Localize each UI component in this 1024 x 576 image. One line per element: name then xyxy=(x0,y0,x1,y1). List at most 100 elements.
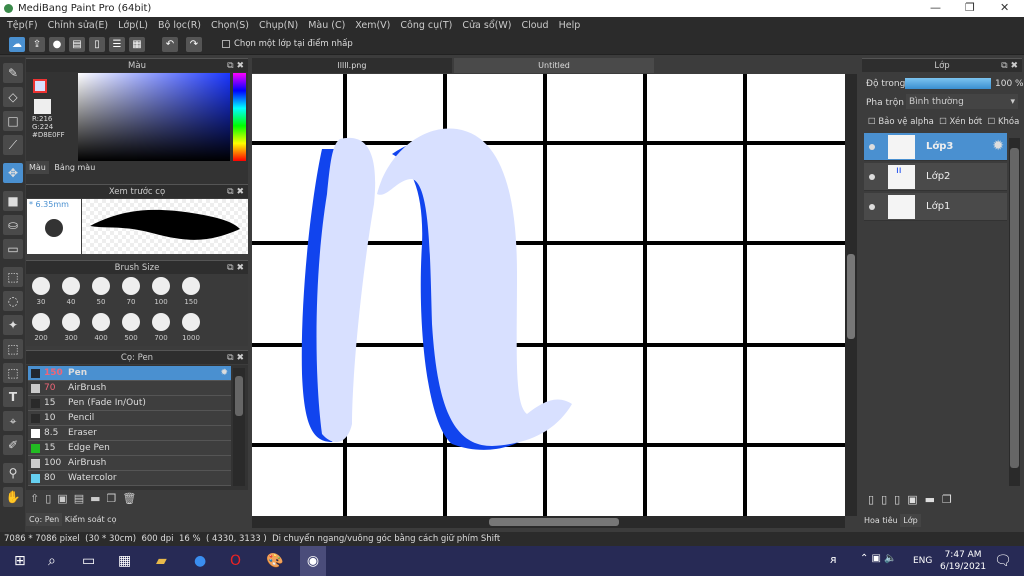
tab-color[interactable]: Màu xyxy=(26,161,49,174)
text-tool-icon[interactable]: T xyxy=(3,387,23,407)
eyedropper-tool-icon[interactable]: ⚲ xyxy=(3,463,23,483)
foreground-color-swatch[interactable] xyxy=(33,79,47,93)
menu-layer[interactable]: Lớp(L) xyxy=(115,17,155,34)
panel-close-icon[interactable]: ⧉ ✖ xyxy=(1001,59,1018,73)
operation-tool-icon[interactable]: ⌖ xyxy=(3,411,23,431)
brush-item[interactable]: 150 Pen ✹ xyxy=(28,366,231,381)
list-icon[interactable]: ☰ xyxy=(109,37,125,52)
tab-layer[interactable]: Lớp xyxy=(900,514,921,527)
menu-tools[interactable]: Công cụ(T) xyxy=(397,17,459,34)
background-color-swatch[interactable] xyxy=(34,99,51,114)
message-icon[interactable]: ▤ xyxy=(69,37,85,52)
brush-item[interactable]: 80 Watercolor xyxy=(28,471,231,486)
divide-tool-icon[interactable]: ✐ xyxy=(3,435,23,455)
brush-list-scrollbar[interactable] xyxy=(233,368,245,486)
brush-size-option[interactable] xyxy=(32,313,50,331)
brush-item[interactable]: 10 Pencil xyxy=(28,411,231,426)
brush-item[interactable]: 70 AirBrush xyxy=(28,381,231,396)
language-indicator[interactable]: ENG xyxy=(913,556,932,566)
doc-tab-2[interactable]: Untitled xyxy=(454,58,654,73)
tab-brush[interactable]: Cọ: Pen xyxy=(26,513,63,526)
lock-checkbox[interactable]: ☐ Khóa xyxy=(988,117,1020,127)
new-layer-icon[interactable]: ▯ xyxy=(868,493,881,506)
brush-size-option[interactable] xyxy=(62,313,80,331)
search-icon[interactable]: ⌕ xyxy=(48,553,56,569)
menu-color[interactable]: Màu (C) xyxy=(305,17,352,34)
windows-start-icon[interactable]: ⊞ xyxy=(14,553,26,569)
medibang-taskbar-icon[interactable]: ◉ xyxy=(300,546,326,576)
brush-size-option[interactable] xyxy=(92,277,110,295)
zalo-icon[interactable]: ● xyxy=(194,553,206,569)
delete-icon[interactable]: 🗑 xyxy=(122,492,142,505)
rect-select-tool-icon[interactable]: ⬚ xyxy=(3,267,23,287)
brush-size-option[interactable] xyxy=(92,313,110,331)
share-icon[interactable]: ⇪ xyxy=(29,37,45,52)
line-tool-icon[interactable]: ⟋ xyxy=(3,135,23,155)
folder-icon[interactable]: ▬ xyxy=(90,492,106,505)
people-icon[interactable]: ᴙ xyxy=(830,553,837,566)
brush-item[interactable]: 15 Pen (Fade In/Out) xyxy=(28,396,231,411)
brush-size-option[interactable] xyxy=(182,313,200,331)
select-layer-checkbox[interactable] xyxy=(222,40,230,48)
add-layer-menu-icon[interactable]: ▣ xyxy=(907,493,924,506)
brush-size-option[interactable] xyxy=(122,277,140,295)
menu-view[interactable]: Xem(V) xyxy=(352,17,397,34)
menu-select[interactable]: Chọn(S) xyxy=(208,17,256,34)
canvas-vertical-scrollbar[interactable] xyxy=(845,74,857,516)
cloud-icon[interactable]: ☁ xyxy=(9,37,25,52)
file-explorer-icon[interactable]: ▰ xyxy=(156,553,167,569)
brush-item[interactable]: 8.5 Eraser xyxy=(28,426,231,441)
select-eraser-tool-icon[interactable]: ⬚ xyxy=(3,363,23,383)
comment-icon[interactable]: ● xyxy=(49,37,65,52)
gradient-tool-icon[interactable]: ▭ xyxy=(3,239,23,259)
lasso-tool-icon[interactable]: ◌ xyxy=(3,291,23,311)
menu-file[interactable]: Tệp(F) xyxy=(4,17,45,34)
document-icon[interactable]: ▯ xyxy=(89,37,105,52)
app-icon[interactable]: ▦ xyxy=(118,553,131,569)
canvas-horizontal-scrollbar[interactable] xyxy=(252,516,845,528)
duplicate-icon[interactable]: ❐ xyxy=(107,492,123,505)
fill-rect-tool-icon[interactable]: ■ xyxy=(3,191,23,211)
duplicate-icon[interactable]: ❐ xyxy=(942,493,959,506)
panel-close-icon[interactable]: ⧉ ✖ xyxy=(227,351,244,365)
add-brush-icon[interactable]: ▣ xyxy=(57,492,73,505)
menu-help[interactable]: Help xyxy=(556,17,588,34)
gear-icon[interactable]: ✹ xyxy=(992,138,1004,154)
brush-size-option[interactable] xyxy=(32,277,50,295)
layer-row-2[interactable]: ıı Lớp2 xyxy=(864,163,1007,191)
minimize-button[interactable]: — xyxy=(930,1,941,14)
panel-close-icon[interactable]: ⧉ ✖ xyxy=(227,261,244,275)
brush-item[interactable]: 15 Edge Pen xyxy=(28,441,231,456)
menu-filter[interactable]: Bộ lọc(R) xyxy=(155,17,208,34)
panel-close-icon[interactable]: ⧉ ✖ xyxy=(227,59,244,73)
visibility-icon[interactable] xyxy=(869,204,875,210)
move-tool-icon[interactable]: ✥ xyxy=(3,163,23,183)
script-brush-icon[interactable]: ▤ xyxy=(74,492,90,505)
menu-cloud[interactable]: Cloud xyxy=(518,17,555,34)
brush-item[interactable]: 100 AirBrush xyxy=(28,456,231,471)
clipping-checkbox[interactable]: ☐ Xén bớt xyxy=(939,117,982,127)
cloud-brush-icon[interactable]: ⇧ xyxy=(30,492,45,505)
layer-row-3[interactable]: Lớp3 ✹ xyxy=(864,133,1007,161)
opera-icon[interactable]: O xyxy=(230,553,241,569)
brush-size-option[interactable] xyxy=(62,277,80,295)
rectangle-tool-icon[interactable]: □ xyxy=(3,111,23,131)
doc-tab-1[interactable]: lllll.png xyxy=(252,58,452,73)
menu-edit[interactable]: Chỉnh sửa(E) xyxy=(45,17,116,34)
task-view-icon[interactable]: ▭ xyxy=(82,553,95,569)
menu-capture[interactable]: Chụp(N) xyxy=(256,17,305,34)
hue-slider[interactable] xyxy=(233,73,246,161)
grid-icon[interactable]: ▦ xyxy=(129,37,145,52)
new-1bit-layer-icon[interactable]: ▯ xyxy=(894,493,907,506)
folder-icon[interactable]: ▬ xyxy=(925,493,942,506)
close-button[interactable]: ✕ xyxy=(1000,1,1009,14)
clock[interactable]: 7:47 AM 6/19/2021 xyxy=(940,549,986,573)
tray-icons[interactable]: ⌃ ▣ 🔈 xyxy=(860,553,897,564)
menu-window[interactable]: Cửa sổ(W) xyxy=(459,17,518,34)
new-halftone-layer-icon[interactable]: ▯ xyxy=(881,493,894,506)
bucket-tool-icon[interactable]: ⛀ xyxy=(3,215,23,235)
magic-wand-tool-icon[interactable]: ✦ xyxy=(3,315,23,335)
visibility-icon[interactable] xyxy=(869,174,875,180)
brush-size-option[interactable] xyxy=(152,277,170,295)
gear-icon[interactable]: ✹ xyxy=(220,366,228,381)
